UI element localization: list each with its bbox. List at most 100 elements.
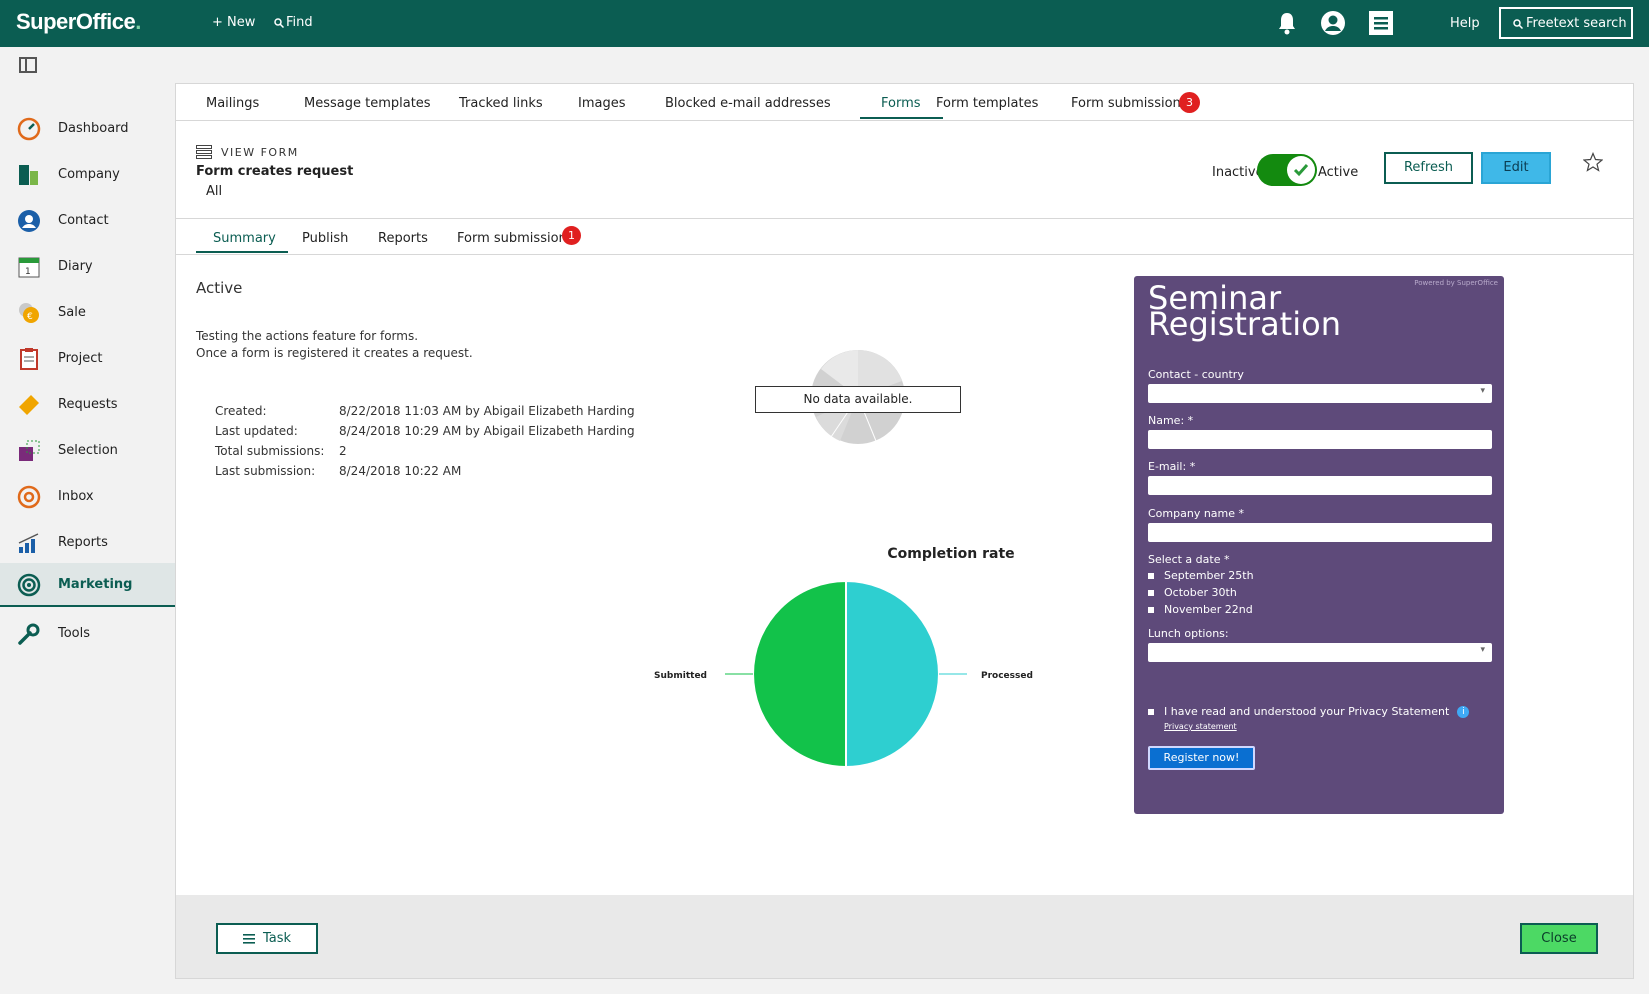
country-label: Contact - country	[1148, 368, 1244, 381]
subtab-submissions-badge: 1	[562, 226, 581, 245]
tab-mailings[interactable]: Mailings	[206, 96, 259, 111]
tab-images[interactable]: Images	[578, 96, 626, 111]
date-option[interactable]: November 22nd	[1148, 603, 1253, 616]
tab-summary[interactable]: Summary	[213, 231, 276, 246]
info-row-last-updated: Last updated: 8/24/2018 10:29 AM by Abiga…	[215, 424, 635, 444]
sidebar-item-selection[interactable]: Selection	[0, 429, 175, 473]
info-key: Last submission:	[215, 464, 316, 478]
list-icon	[196, 145, 212, 159]
close-button[interactable]: Close	[1520, 923, 1598, 954]
info-row-created: Created: 8/22/2018 11:03 AM by Abigail El…	[215, 404, 635, 424]
form-title: Form creates request	[196, 164, 354, 179]
sidebar-item-sale[interactable]: € Sale	[0, 291, 175, 335]
checkbox[interactable]	[1148, 573, 1154, 579]
sidebar-item-label: Dashboard	[58, 121, 129, 136]
sidebar-item-tools[interactable]: Tools	[0, 612, 175, 656]
form-status: Active	[196, 279, 243, 297]
privacy-checkbox[interactable]	[1148, 709, 1154, 715]
pie-slice-submitted[interactable]	[752, 579, 847, 769]
task-label: Task	[262, 931, 292, 946]
info-key: Total submissions:	[215, 444, 325, 458]
checkbox[interactable]	[1148, 607, 1154, 613]
select-date-label: Select a date *	[1148, 553, 1230, 566]
refresh-button[interactable]: Refresh	[1384, 152, 1473, 184]
sidebar-item-label: Reports	[58, 535, 108, 550]
sidebar-item-contact[interactable]: Contact	[0, 199, 175, 243]
sidebar-item-company[interactable]: Company	[0, 153, 175, 197]
diary-icon: 1	[18, 257, 40, 278]
tab-form-templates[interactable]: Form templates	[936, 96, 1038, 111]
lunch-options-select[interactable]	[1148, 643, 1492, 662]
task-button[interactable]: Task	[216, 923, 318, 954]
marketing-tabs: Mailings Message templates Tracked links…	[176, 84, 1633, 121]
form-subtabs: Summary Publish Reports Form submissions…	[176, 219, 1633, 255]
sidebar-item-label: Selection	[58, 443, 118, 458]
form-description: Testing the actions feature for forms. O…	[196, 328, 473, 362]
date-option-label: September 25th	[1164, 569, 1254, 582]
info-key: Created:	[215, 404, 267, 418]
tab-message-templates[interactable]: Message templates	[304, 96, 431, 111]
info-value: 8/24/2018 10:22 AM	[339, 464, 462, 478]
sidebar-item-project[interactable]: Project	[0, 337, 175, 381]
new-button[interactable]: + New	[212, 15, 255, 30]
inbox-icon	[17, 485, 41, 509]
help-link[interactable]: Help	[1450, 16, 1480, 31]
user-avatar-icon[interactable]	[1320, 10, 1346, 36]
email-label: E-mail: *	[1148, 460, 1196, 473]
country-select[interactable]	[1148, 384, 1492, 403]
star-icon[interactable]	[1583, 152, 1603, 172]
sidebar-item-dashboard[interactable]: Dashboard	[0, 107, 175, 151]
sidebar-item-label: Company	[58, 167, 120, 182]
powered-by-text: Powered by SuperOffice	[1414, 279, 1498, 287]
date-option[interactable]: September 25th	[1148, 569, 1254, 582]
sidebar-item-label: Tools	[58, 626, 91, 641]
sidebar-item-label: Sale	[58, 305, 86, 320]
register-now-button[interactable]: Register now!	[1148, 746, 1255, 770]
tab-blocked-email-addresses[interactable]: Blocked e-mail addresses	[665, 96, 831, 111]
sidebar-item-reports[interactable]: Reports	[0, 521, 175, 565]
sidebar-item-diary[interactable]: 1 Diary	[0, 245, 175, 289]
active-label: Active	[1318, 165, 1359, 180]
freetext-search-button[interactable]: Freetext search	[1499, 7, 1633, 39]
pie-slice-processed[interactable]	[845, 579, 940, 769]
tab-form-submissions[interactable]: Form submissions	[1071, 96, 1188, 111]
active-tab-indicator	[860, 117, 943, 119]
sidebar-item-marketing[interactable]: Marketing	[0, 563, 175, 607]
search-icon	[1513, 18, 1524, 29]
wrench-icon	[18, 623, 40, 645]
tab-tracked-links[interactable]: Tracked links	[459, 96, 543, 111]
privacy-statement-link[interactable]: Privacy statement	[1164, 722, 1237, 731]
info-row-last-submission: Last submission: 8/24/2018 10:22 AM	[215, 464, 635, 484]
sidebar: Dashboard Company Contact 1 Diary € Sale…	[0, 47, 175, 994]
name-input[interactable]	[1148, 430, 1492, 449]
bell-icon[interactable]	[1274, 10, 1300, 36]
edit-button[interactable]: Edit	[1481, 152, 1551, 184]
pie-label: Processed	[981, 671, 1033, 681]
sidebar-item-label: Project	[58, 351, 103, 366]
privacy-consent[interactable]: I have read and understood your Privacy …	[1148, 705, 1470, 718]
tab-reports[interactable]: Reports	[378, 231, 428, 246]
sidebar-item-inbox[interactable]: Inbox	[0, 475, 175, 519]
top-bar: SuperOffice. + New Find Help Freetext se…	[0, 0, 1649, 47]
tab-publish[interactable]: Publish	[302, 231, 348, 246]
menu-icon[interactable]	[1368, 10, 1394, 36]
sidebar-toggle-icon[interactable]	[19, 57, 37, 73]
form-info-list: Created: 8/22/2018 11:03 AM by Abigail El…	[215, 404, 635, 484]
completion-rate-pie-chart: Submitted Processed	[654, 579, 1033, 769]
menu-icon	[242, 933, 255, 944]
superoffice-logo[interactable]: SuperOffice.	[16, 9, 141, 35]
active-toggle[interactable]	[1257, 154, 1317, 186]
sidebar-item-requests[interactable]: Requests	[0, 383, 175, 427]
checkbox[interactable]	[1148, 590, 1154, 596]
tab-form-submissions[interactable]: Form submissions	[457, 231, 574, 246]
company-name-input[interactable]	[1148, 523, 1492, 542]
date-option[interactable]: October 30th	[1148, 586, 1237, 599]
inactive-label: Inactive	[1212, 165, 1264, 180]
find-button[interactable]: Find	[274, 15, 313, 30]
company-icon	[19, 165, 38, 185]
tab-forms[interactable]: Forms	[881, 96, 921, 111]
info-icon[interactable]: i	[1457, 706, 1470, 718]
dashboard-icon	[17, 117, 41, 141]
email-input[interactable]	[1148, 476, 1492, 495]
info-row-total-submissions: Total submissions: 2	[215, 444, 635, 464]
